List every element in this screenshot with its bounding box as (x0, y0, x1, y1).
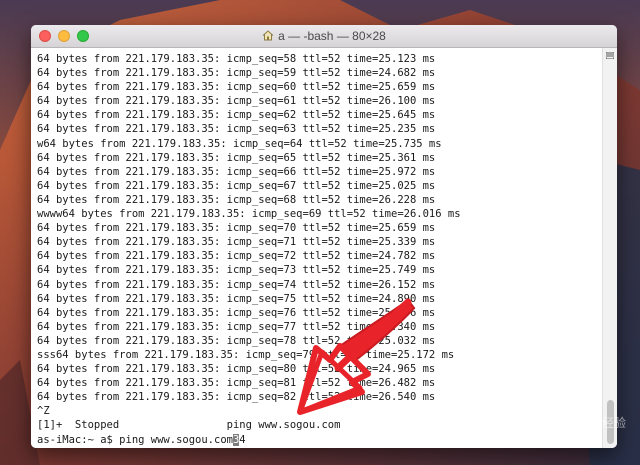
terminal-line: 64 bytes from 221.179.183.35: icmp_seq=7… (37, 222, 436, 235)
terminal-line: 64 bytes from 221.179.183.35: icmp_seq=7… (37, 306, 436, 319)
terminal-line: 64 bytes from 221.179.183.35: icmp_seq=6… (37, 95, 436, 108)
terminal-line: 64 bytes from 221.179.183.35: icmp_seq=8… (37, 391, 436, 404)
terminal-line: 64 bytes from 221.179.183.35: icmp_seq=7… (37, 264, 436, 277)
terminal-line: 64 bytes from 221.179.183.35: icmp_seq=6… (37, 109, 436, 122)
prompt-trailing: 4 (239, 433, 246, 446)
terminal-window: a — -bash — 80×28 64 bytes from 221.179.… (31, 25, 617, 448)
window-title-container: a — -bash — 80×28 (31, 25, 617, 47)
watermark: 优质经验 (577, 416, 626, 430)
terminal-line: ^Z (37, 405, 50, 418)
terminal-line: [1]+ Stopped ping www.sogou.com (37, 419, 341, 432)
terminal-line: 64 bytes from 221.179.183.35: icmp_seq=8… (37, 377, 436, 390)
prompt-command: as-iMac:~ a$ ping www.sogou.com (37, 433, 233, 446)
terminal-line: 64 bytes from 221.179.183.35: icmp_seq=7… (37, 320, 436, 333)
terminal-line: w64 bytes from 221.179.183.35: icmp_seq=… (37, 137, 442, 150)
vertical-scrollbar[interactable] (602, 48, 617, 448)
terminal-output[interactable]: 64 bytes from 221.179.183.35: icmp_seq=5… (31, 48, 602, 448)
terminal-line: 64 bytes from 221.179.183.35: icmp_seq=7… (37, 334, 436, 347)
terminal-line: 64 bytes from 221.179.183.35: icmp_seq=7… (37, 236, 436, 249)
terminal-line: wwww64 bytes from 221.179.183.35: icmp_s… (37, 208, 461, 221)
terminal-line: 64 bytes from 221.179.183.35: icmp_seq=7… (37, 250, 436, 263)
window-title: a — -bash — 80×28 (278, 29, 386, 43)
terminal-line: 64 bytes from 221.179.183.35: icmp_seq=8… (37, 363, 436, 376)
terminal-line: 64 bytes from 221.179.183.35: icmp_seq=5… (37, 53, 436, 65)
home-folder-icon (262, 26, 274, 48)
terminal-line: 64 bytes from 221.179.183.35: icmp_seq=6… (37, 123, 436, 136)
terminal-line: 64 bytes from 221.179.183.35: icmp_seq=6… (37, 81, 436, 94)
terminal-line: sss64 bytes from 221.179.183.35: icmp_se… (37, 348, 455, 361)
terminal-line: 64 bytes from 221.179.183.35: icmp_seq=6… (37, 193, 436, 206)
prompt-line[interactable]: as-iMac:~ a$ ping www.sogou.com34 (37, 433, 602, 447)
terminal-line: 64 bytes from 221.179.183.35: icmp_seq=6… (37, 165, 436, 178)
terminal-lines: 64 bytes from 221.179.183.35: icmp_seq=5… (37, 52, 602, 433)
terminal-line: 64 bytes from 221.179.183.35: icmp_seq=5… (37, 67, 436, 80)
terminal-line: 64 bytes from 221.179.183.35: icmp_seq=7… (37, 278, 436, 291)
split-pane-icon[interactable] (606, 52, 614, 59)
terminal-line: 64 bytes from 221.179.183.35: icmp_seq=6… (37, 151, 436, 164)
terminal-line: 64 bytes from 221.179.183.35: icmp_seq=7… (37, 292, 436, 305)
terminal-line: 64 bytes from 221.179.183.35: icmp_seq=6… (37, 179, 436, 192)
title-bar[interactable]: a — -bash — 80×28 (31, 25, 617, 48)
